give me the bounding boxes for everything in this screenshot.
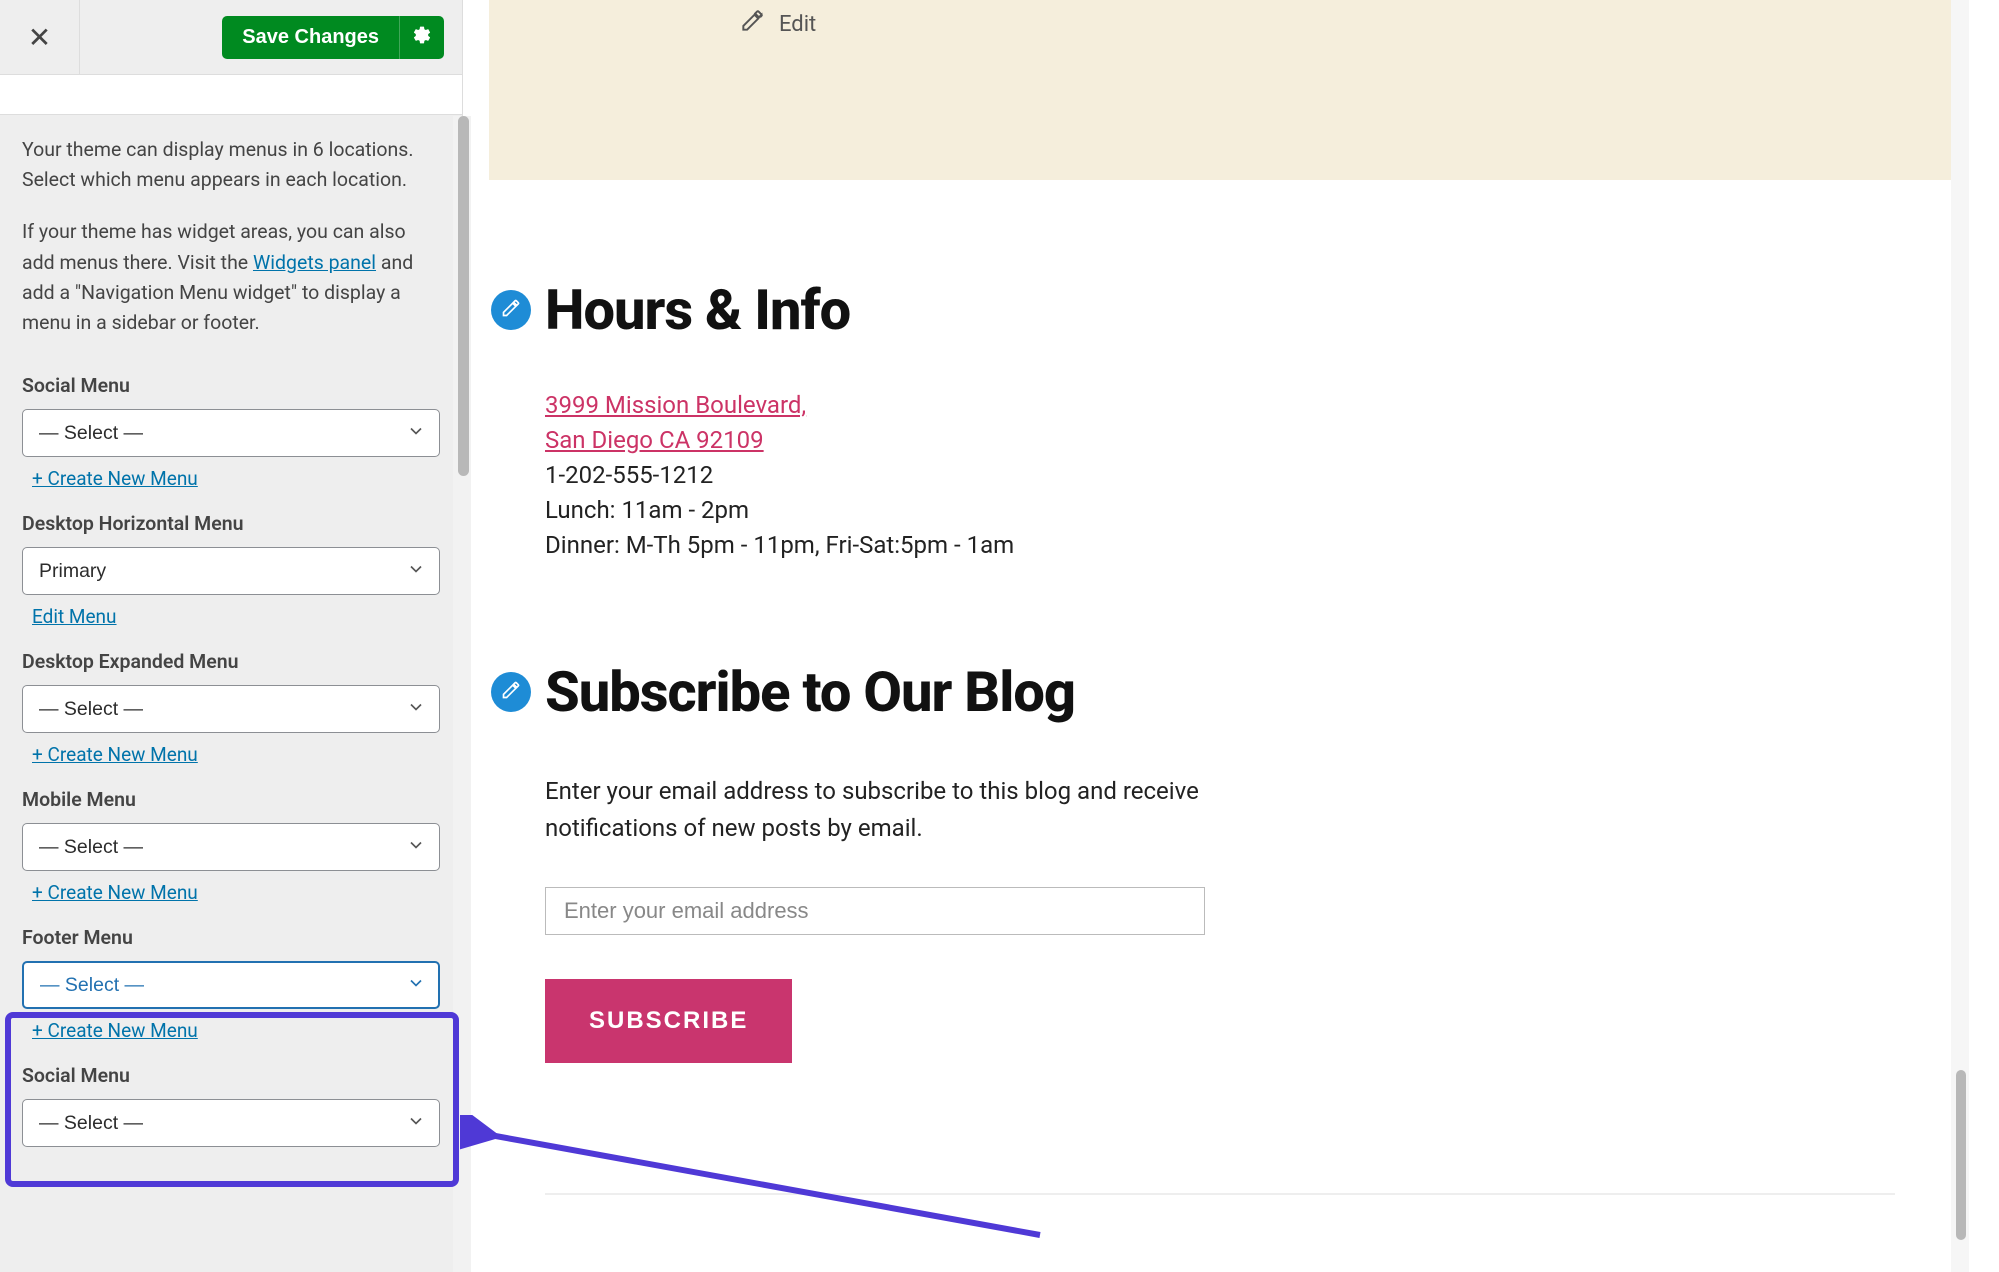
subscribe-button[interactable]: SUBSCRIBE	[545, 979, 792, 1063]
sidebar-scrollbar[interactable]	[453, 116, 471, 1272]
sidebar-sub-bar	[0, 75, 462, 115]
create-new-menu-link[interactable]: + Create New Menu	[32, 881, 198, 904]
subscribe-section: Subscribe to Our Blog Enter your email a…	[545, 662, 1895, 1195]
social-menu-select[interactable]: — Select —	[22, 409, 440, 457]
footer-menu-select[interactable]: — Select —	[22, 961, 440, 1009]
subscribe-title: Subscribe to Our Blog	[545, 662, 1895, 722]
lunch-hours: Lunch: 11am - 2pm	[545, 493, 1895, 528]
dinner-hours: Dinner: M-Th 5pm - 11pm, Fri-Sat:5pm - 1…	[545, 528, 1895, 563]
save-group: Save Changes	[222, 16, 444, 59]
menu-location-desktop-horizontal: Desktop Horizontal Menu Primary Edit Men…	[0, 506, 462, 630]
create-new-menu-link[interactable]: + Create New Menu	[32, 1019, 198, 1042]
desktop-horizontal-select[interactable]: Primary	[22, 547, 440, 595]
sidebar-top-bar: ✕ Save Changes	[0, 0, 462, 75]
preview-pane: Edit Hours & Info 3999 Mission Boulevard…	[471, 0, 1999, 1272]
panel-desc-line-1: Your theme can display menus in 6 locati…	[22, 135, 440, 195]
menu-location-mobile: Mobile Menu — Select — + Create New Menu	[0, 782, 462, 906]
widgets-panel-link[interactable]: Widgets panel	[253, 251, 376, 274]
menu-label: Desktop Expanded Menu	[22, 650, 440, 673]
phone-number: 1-202-555-1212	[545, 458, 1895, 493]
panel-description: Your theme can display menus in 6 locati…	[0, 115, 462, 368]
menu-location-desktop-expanded: Desktop Expanded Menu — Select — + Creat…	[0, 644, 462, 768]
scrollbar-thumb[interactable]	[458, 116, 469, 476]
edit-menu-link[interactable]: Edit Menu	[32, 605, 117, 628]
save-settings-button[interactable]	[399, 16, 444, 59]
hero-band: Edit	[489, 0, 1951, 180]
menu-location-footer: Footer Menu — Select — + Create New Menu	[0, 920, 462, 1044]
customizer-sidebar: ✕ Save Changes Your theme can display me…	[0, 0, 463, 1272]
email-input[interactable]	[545, 887, 1205, 935]
hours-info-section: Hours & Info 3999 Mission Boulevard, San…	[545, 280, 1895, 562]
menu-label: Social Menu	[22, 374, 440, 397]
address-line-1[interactable]: 3999 Mission Boulevard,	[545, 388, 1895, 423]
divider	[545, 1193, 1895, 1195]
save-changes-button[interactable]: Save Changes	[222, 16, 399, 59]
create-new-menu-link[interactable]: + Create New Menu	[32, 743, 198, 766]
menu-location-social: Social Menu — Select — + Create New Menu	[0, 368, 462, 492]
edit-shortcut-badge[interactable]	[491, 290, 531, 330]
edit-label: Edit	[779, 12, 816, 37]
mobile-menu-select[interactable]: — Select —	[22, 823, 440, 871]
menu-label: Social Menu	[22, 1064, 440, 1087]
close-button[interactable]: ✕	[0, 0, 80, 75]
menu-location-social-2: Social Menu — Select —	[0, 1058, 462, 1149]
edit-shortcut[interactable]: Edit	[739, 0, 816, 40]
create-new-menu-link[interactable]: + Create New Menu	[32, 467, 198, 490]
footer-content: Hours & Info 3999 Mission Boulevard, San…	[489, 280, 1951, 1235]
pencil-icon	[501, 680, 521, 704]
pencil-icon	[501, 298, 521, 322]
desktop-expanded-select[interactable]: — Select —	[22, 685, 440, 733]
close-icon: ✕	[28, 21, 51, 54]
preview-scrollbar[interactable]	[1951, 0, 1969, 1272]
gear-icon	[412, 25, 432, 49]
hours-title: Hours & Info	[545, 280, 1895, 340]
social-menu-2-select[interactable]: — Select —	[22, 1099, 440, 1147]
edit-icon	[739, 8, 765, 40]
menu-label: Desktop Horizontal Menu	[22, 512, 440, 535]
subscribe-desc: Enter your email address to subscribe to…	[545, 773, 1225, 847]
panel-desc-line-2: If your theme has widget areas, you can …	[22, 217, 440, 338]
scrollbar-thumb[interactable]	[1956, 1070, 1966, 1240]
site-preview: Edit Hours & Info 3999 Mission Boulevard…	[489, 0, 1951, 1272]
address-line-2[interactable]: San Diego CA 92109	[545, 423, 1895, 458]
menu-label: Footer Menu	[22, 926, 440, 949]
edit-shortcut-badge[interactable]	[491, 672, 531, 712]
hours-info-body: 3999 Mission Boulevard, San Diego CA 921…	[545, 388, 1895, 562]
menu-label: Mobile Menu	[22, 788, 440, 811]
